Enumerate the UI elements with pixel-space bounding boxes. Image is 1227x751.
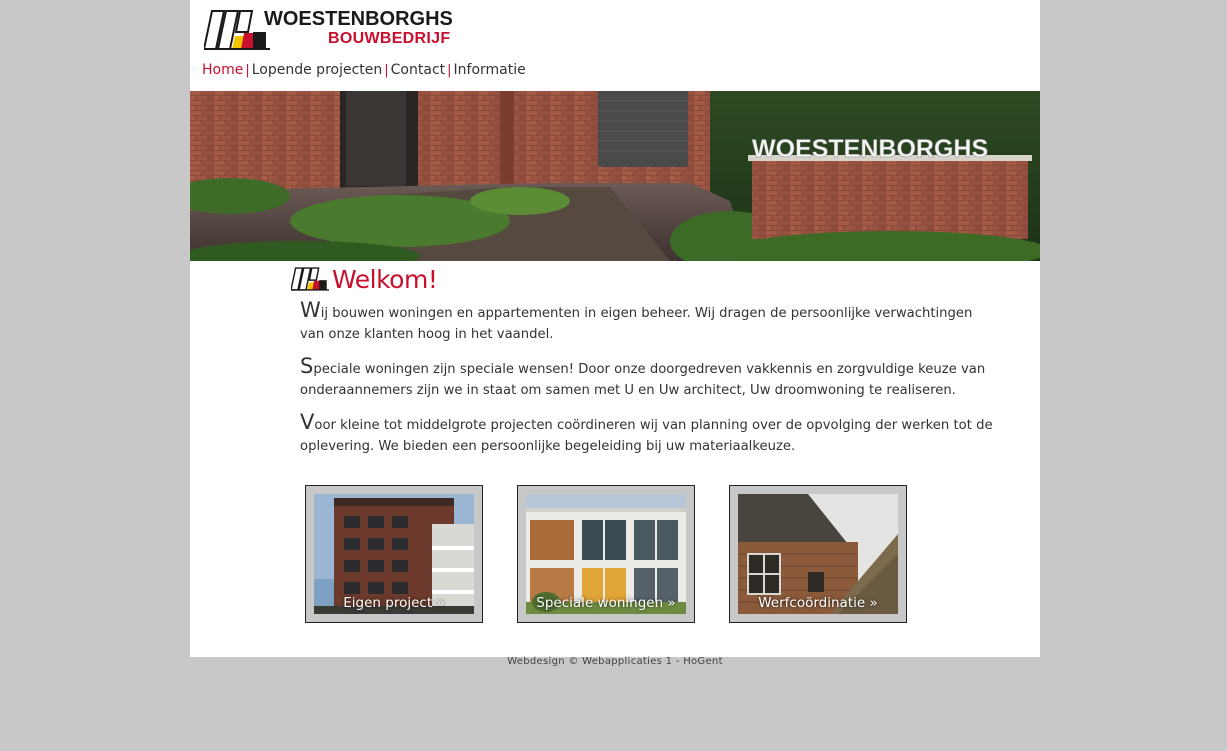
banner-sign-text: WOESTENBORGHS	[752, 135, 988, 163]
nav-item-contact[interactable]: Contact	[391, 62, 445, 78]
nav-separator: |	[245, 63, 250, 78]
drop-initial: S	[300, 354, 314, 378]
card-label[interactable]: Eigen project »	[314, 592, 474, 614]
drop-initial: W	[300, 298, 321, 322]
drop-initial: V	[300, 410, 315, 434]
card-label[interactable]: Speciale woningen »	[526, 592, 686, 614]
paragraph-text: ij bouwen woningen en appartementen in e…	[300, 306, 973, 342]
paragraph-text: peciale woningen zijn speciale wensen! D…	[300, 362, 986, 398]
logo-mark-icon	[291, 267, 329, 291]
card-label[interactable]: Werfcoördinatie »	[738, 592, 898, 614]
company-logo[interactable]: WOESTENBORGHS BOUWBEDRIJF	[204, 8, 454, 52]
card-werfcoordinatie[interactable]: Werfcoördinatie »	[729, 485, 907, 623]
nav-separator: |	[384, 63, 389, 78]
nav-item-home[interactable]: Home	[202, 62, 243, 78]
logo-mark-icon	[204, 10, 270, 50]
intro-paragraph: Wij bouwen woningen en appartementen in …	[300, 300, 1000, 345]
banner-photo: WOESTENBORGHS	[190, 91, 1040, 261]
nav-separator: |	[447, 63, 452, 78]
paragraph-text: oor kleine tot middelgrote projecten coö…	[300, 418, 993, 454]
main-navigation: Home | Lopende projecten | Contact | Informati…	[202, 62, 526, 78]
intro-paragraph: Speciale woningen zijn speciale wensen! …	[300, 356, 1000, 401]
nav-item-informatie[interactable]: Informatie	[454, 62, 526, 78]
logo-brand-subtitle: BOUWBEDRIJF	[328, 30, 451, 47]
logo-brand-name: WOESTENBORGHS	[264, 8, 453, 30]
card-eigen-project[interactable]: Eigen project »	[305, 485, 483, 623]
intro-text: Wij bouwen woningen en appartementen in …	[300, 300, 1000, 471]
header-banner-image: WOESTENBORGHS	[190, 91, 1040, 261]
footer-credit: Webdesign © Webapplicaties 1 - HoGent	[507, 656, 723, 667]
intro-paragraph: Voor kleine tot middelgrote projecten co…	[300, 412, 1000, 457]
page-title: Welkom!	[332, 265, 438, 294]
page-container: WOESTENBORGHS BOUWBEDRIJF Home | Lopende p…	[190, 0, 1040, 657]
nav-item-lopende-projecten[interactable]: Lopende projecten	[252, 62, 383, 78]
card-speciale-woningen[interactable]: Speciale woningen »	[517, 485, 695, 623]
